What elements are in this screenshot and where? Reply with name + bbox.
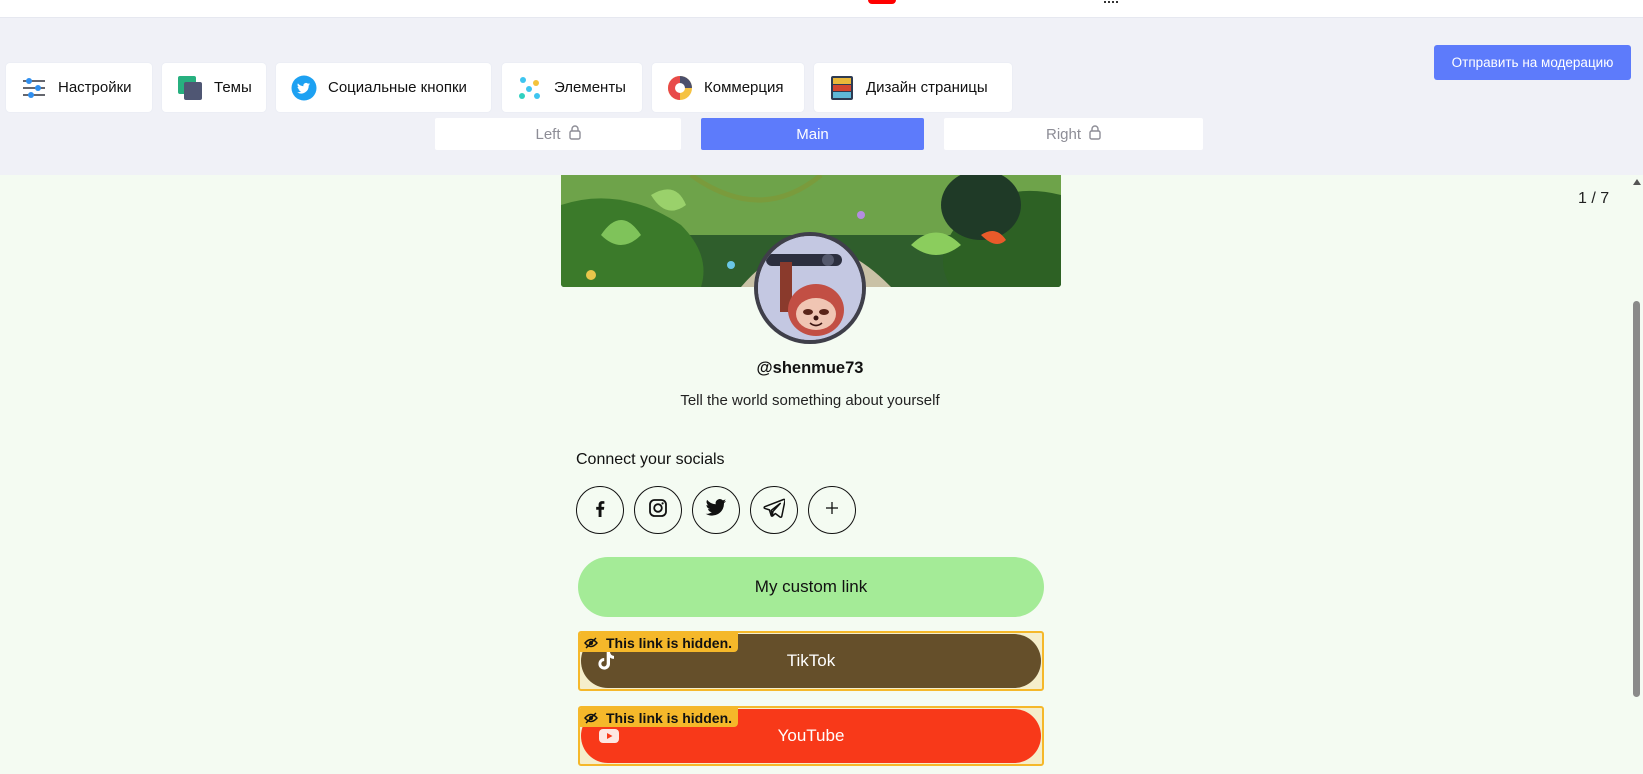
telegram-button[interactable] <box>750 486 798 534</box>
tab-settings[interactable]: Настройки <box>6 63 152 112</box>
telegram-icon <box>763 498 786 523</box>
eye-off-icon <box>584 712 598 724</box>
submit-for-moderation-button[interactable]: Отправить на модерацию <box>1434 45 1631 80</box>
lock-icon <box>1089 124 1101 144</box>
menu-dots-icon[interactable] <box>1104 0 1118 3</box>
tab-page-design[interactable]: Дизайн страницы <box>814 63 1012 112</box>
facebook-button[interactable] <box>576 486 624 534</box>
segment-right[interactable]: Right <box>944 118 1203 150</box>
tab-label: Элементы <box>554 79 626 96</box>
tab-commerce[interactable]: Коммерция <box>652 63 804 112</box>
segment-main[interactable]: Main <box>701 118 924 150</box>
eye-off-icon <box>584 637 598 649</box>
twitter-button[interactable] <box>692 486 740 534</box>
facebook-icon <box>590 498 610 523</box>
tab-label: Социальные кнопки <box>328 79 467 96</box>
page-counter: 1 / 7 <box>1578 190 1610 207</box>
tab-label: Настройки <box>58 79 132 96</box>
hidden-link-text: This link is hidden. <box>606 709 733 726</box>
editor-toolbar: Настройки Темы Социальные кнопки Элемент… <box>0 18 1643 175</box>
custom-link-button[interactable]: My custom link <box>578 557 1044 617</box>
segment-left[interactable]: Left <box>435 118 681 150</box>
tab-themes[interactable]: Темы <box>162 63 266 112</box>
hidden-link-badge: This link is hidden. <box>580 708 739 727</box>
top-strip <box>0 0 1643 18</box>
sliders-icon <box>20 74 48 102</box>
tab-social-buttons[interactable]: Социальные кнопки <box>276 63 491 112</box>
twitter-icon <box>705 498 727 523</box>
hidden-link-text: This link is hidden. <box>606 634 733 651</box>
youtube-link-label: YouTube <box>777 726 845 745</box>
youtube-icon <box>598 728 620 744</box>
themes-icon <box>176 74 204 102</box>
elements-icon <box>516 74 544 102</box>
tab-label: Темы <box>214 79 252 96</box>
page-design-icon <box>828 74 856 102</box>
avatar[interactable] <box>754 232 866 344</box>
profile-bio[interactable]: Tell the world something about yourself <box>560 392 1060 409</box>
tab-label: Дизайн страницы <box>866 79 988 96</box>
tiktok-icon <box>598 651 616 671</box>
instagram-icon <box>648 498 668 523</box>
twitter-icon <box>290 74 318 102</box>
youtube-link-button[interactable]: This link is hidden. YouTube <box>578 706 1044 766</box>
page-preview: @shenmue73 Tell the world something abou… <box>0 175 1630 774</box>
plus-icon <box>824 500 840 521</box>
tiktok-link-button[interactable]: This link is hidden. TikTok <box>578 631 1044 691</box>
hidden-link-badge: This link is hidden. <box>580 633 739 652</box>
scrollbar-thumb[interactable] <box>1633 301 1640 697</box>
segment-label: Right <box>1045 125 1082 143</box>
segment-label: Main <box>796 125 829 143</box>
tiktok-link-label: TikTok <box>786 651 836 670</box>
segment-label: Left <box>535 125 561 143</box>
vertical-scrollbar[interactable] <box>1630 175 1643 774</box>
lock-icon <box>568 124 581 144</box>
commerce-icon <box>666 74 694 102</box>
instagram-button[interactable] <box>634 486 682 534</box>
add-social-button[interactable] <box>808 486 856 534</box>
profile-username: @shenmue73 <box>756 359 864 377</box>
tab-elements[interactable]: Элементы <box>502 63 642 112</box>
scroll-up-arrow-icon[interactable] <box>1633 179 1641 185</box>
socials-heading: Connect your socials <box>576 451 725 468</box>
tab-label: Коммерция <box>704 79 784 96</box>
youtube-logo-icon <box>868 0 896 4</box>
